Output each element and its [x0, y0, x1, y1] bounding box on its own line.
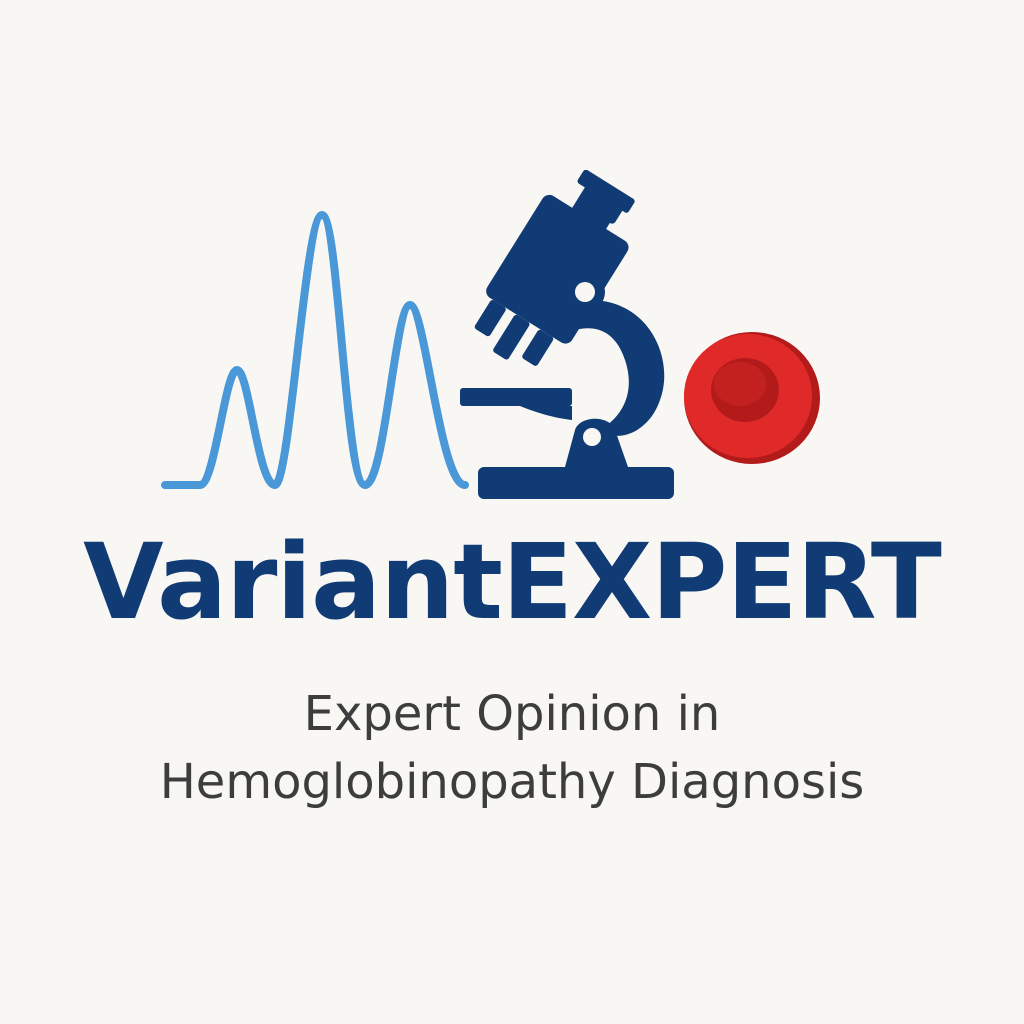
tagline-line-2: Hemoglobinopathy Diagnosis: [159, 754, 865, 810]
tagline-line-1: Expert Opinion in: [303, 686, 721, 742]
brand-name: VariantEXPERT: [83, 521, 942, 643]
red-blood-cell-icon: [684, 332, 820, 464]
chromatogram-peaks-icon: [161, 211, 469, 489]
logo-canvas: VariantEXPERT Expert Opinion in Hemoglob…: [0, 0, 1024, 1024]
tagline: Expert Opinion in Hemoglobinopathy Diagn…: [0, 680, 1024, 816]
microscope-icon: [460, 170, 674, 499]
logo-mark-svg: [161, 170, 820, 499]
logo-mark: [150, 170, 850, 510]
